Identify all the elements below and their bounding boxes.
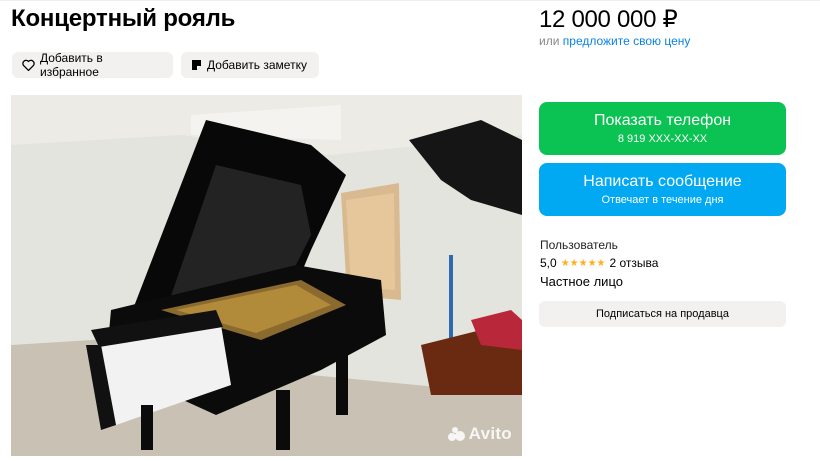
rating-value: 5,0 — [540, 256, 557, 270]
rating-stars: ★★★★★ — [560, 257, 606, 269]
price: 12 000 000 ₽ — [539, 6, 678, 33]
note-icon — [191, 59, 202, 71]
add-note-label: Добавить заметку — [207, 58, 307, 72]
add-to-favorites-button[interactable]: Добавить в избранное — [12, 51, 173, 79]
page-title: Концертный рояль — [11, 5, 236, 32]
listing-photo[interactable]: Avito — [11, 95, 522, 456]
seller-role[interactable]: Пользователь — [540, 238, 618, 252]
avito-watermark-text: Avito — [468, 424, 512, 443]
subscribe-seller-label: Подписаться на продавца — [596, 308, 729, 320]
top-divider — [0, 0, 820, 1]
offer-price-link[interactable]: предложите свою цену — [563, 34, 691, 48]
add-to-favorites-label: Добавить в избранное — [40, 51, 103, 79]
subscribe-seller-button[interactable]: Подписаться на продавца — [539, 301, 786, 327]
show-phone-button[interactable]: Показать телефон 8 919 XXX-XX-XX — [539, 102, 786, 155]
reviews-count[interactable]: 2 отзыва — [610, 256, 659, 270]
heart-icon — [22, 59, 35, 71]
seller-rating[interactable]: 5,0 ★★★★★ 2 отзыва — [540, 256, 658, 270]
phone-number-masked: 8 919 XXX-XX-XX — [617, 133, 708, 145]
price-or-text: или — [539, 34, 560, 48]
price-offer-line: или предложите свою цену — [539, 34, 690, 48]
add-note-button[interactable]: Добавить заметку — [181, 52, 319, 78]
write-message-button[interactable]: Написать сообщение Отвечает в течение дн… — [539, 163, 786, 216]
seller-type: Частное лицо — [540, 274, 623, 289]
avito-logo-icon — [447, 426, 466, 442]
response-time: Отвечает в течение дня — [601, 194, 724, 206]
write-message-label: Написать сообщение — [583, 173, 742, 190]
avito-watermark: Avito — [447, 424, 512, 444]
show-phone-label: Показать телефон — [593, 112, 732, 129]
